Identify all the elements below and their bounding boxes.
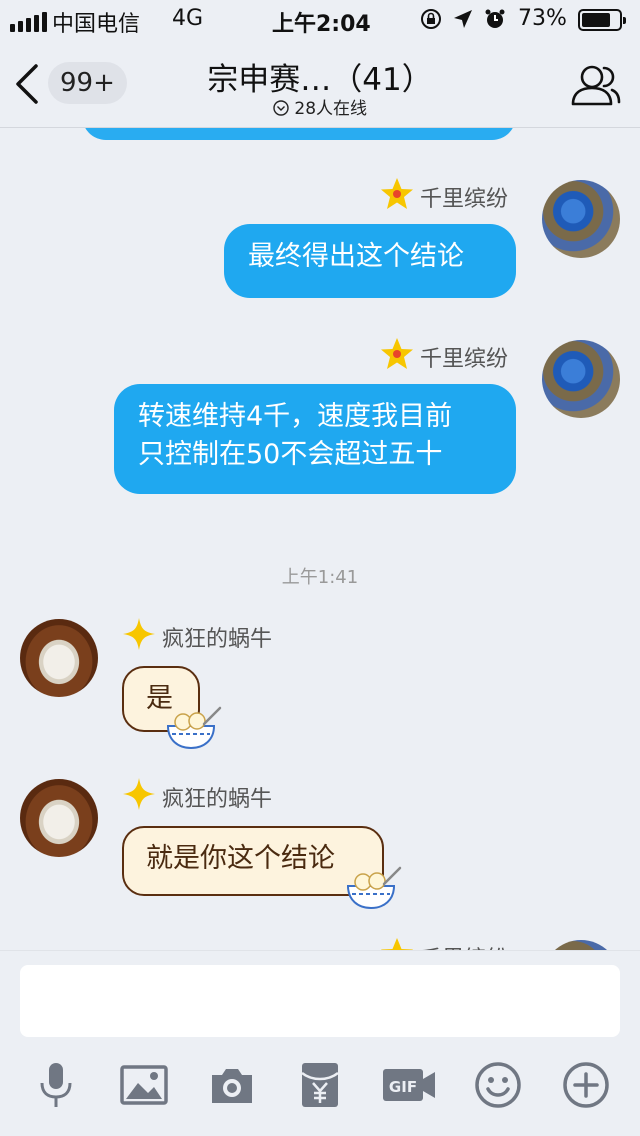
sender-name[interactable]: 千里缤纷: [420, 181, 508, 213]
chat-header: 99+ 宗申赛…（41） 28人在线: [0, 40, 640, 128]
time-separator: 上午1:41: [281, 567, 359, 588]
location-icon: [454, 10, 472, 28]
plus-icon[interactable]: [562, 1061, 610, 1109]
online-count[interactable]: 28人在线: [0, 94, 640, 119]
message-input[interactable]: [20, 965, 620, 1037]
battery-icon: [578, 9, 626, 31]
gif-icon[interactable]: GIF: [382, 1061, 436, 1109]
svg-text:GIF: GIF: [389, 1078, 417, 1096]
chevron-down-circle-icon: [273, 100, 289, 116]
message-bubble[interactable]: 最终得出这个结论: [224, 224, 516, 298]
star-badge-icon: [381, 338, 413, 369]
message-text: 最终得出这个结论: [248, 241, 464, 272]
network-label: 4G: [172, 6, 204, 31]
emoji-icon[interactable]: [474, 1061, 522, 1109]
avatar[interactable]: [542, 340, 620, 418]
red-packet-icon[interactable]: [296, 1061, 344, 1109]
signal-icon: [10, 12, 47, 32]
avatar[interactable]: [20, 779, 98, 857]
camera-icon[interactable]: [208, 1061, 256, 1109]
toolbar: GIF: [0, 1061, 640, 1117]
image-icon[interactable]: [120, 1061, 168, 1109]
group-members-icon[interactable]: [570, 62, 622, 108]
rice-ball-bowl-icon: [166, 706, 222, 750]
rotation-lock-icon: [421, 9, 441, 29]
sender-name[interactable]: 疯狂的蜗牛: [162, 781, 272, 813]
sparkle-badge-icon: [123, 618, 155, 650]
star-badge-icon: [381, 178, 413, 209]
message-text: 就是你这个结论: [146, 843, 335, 874]
sparkle-badge-icon: [123, 778, 155, 810]
message-bubble[interactable]: 转速维持4千，速度我目前 只控制在50不会超过五十: [114, 384, 516, 494]
avatar[interactable]: [20, 619, 98, 697]
message-text-line: 转速维持4千，速度我目前: [138, 401, 453, 432]
battery-percent: 73%: [518, 6, 567, 31]
message-text-line: 只控制在50不会超过五十: [138, 439, 443, 470]
sender-name[interactable]: 千里缤纷: [420, 341, 508, 373]
status-bar: 中国电信 4G 上午2:04 73%: [0, 0, 640, 40]
input-area: GIF: [0, 950, 640, 1136]
rice-ball-bowl-icon: [346, 866, 402, 910]
carrier-label: 中国电信: [52, 12, 141, 37]
alarm-icon: [485, 9, 505, 28]
online-count-label: 28人在线: [294, 99, 368, 119]
avatar[interactable]: [542, 180, 620, 258]
sender-name[interactable]: 疯狂的蜗牛: [162, 621, 272, 653]
chat-title[interactable]: 宗申赛…（41）: [0, 54, 640, 99]
status-time: 上午2:04: [272, 12, 371, 37]
microphone-icon[interactable]: [32, 1061, 80, 1109]
